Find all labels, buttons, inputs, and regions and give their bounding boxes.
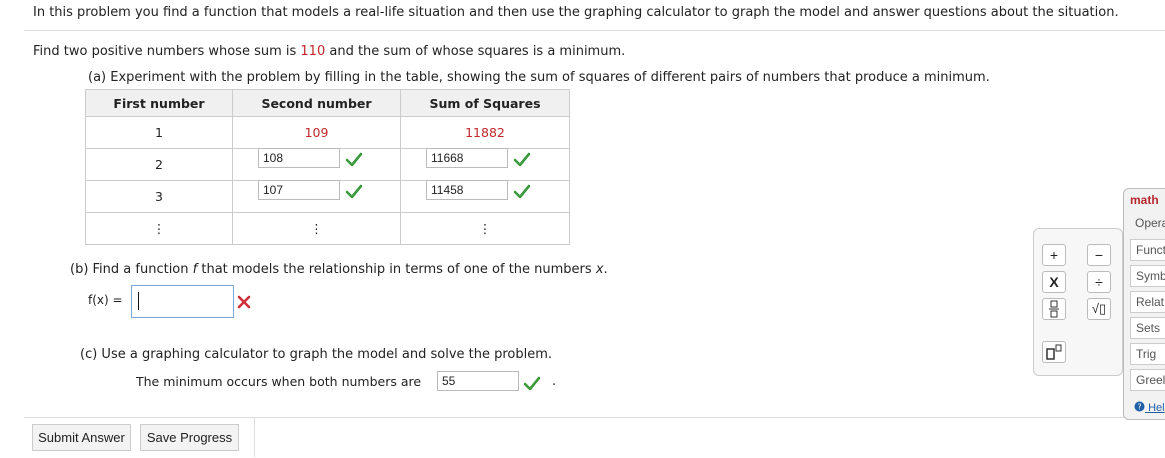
fraction-key[interactable] (1042, 298, 1066, 320)
sum-input-row3[interactable]: 11458 (426, 180, 508, 200)
first-number-cell: 3 (85, 180, 233, 213)
exponent-icon (1046, 344, 1062, 360)
tab-greek[interactable]: Greel (1130, 369, 1165, 391)
minimum-answer-label: The minimum occurs when both numbers are (136, 374, 422, 389)
divider (24, 30, 1165, 31)
sum-cell: 11882 (400, 116, 570, 149)
table-row: ⋮ ⋮ ⋮ (85, 212, 570, 245)
tab-relations[interactable]: Relat (1130, 291, 1165, 313)
check-icon (514, 184, 530, 198)
part-c-prompt: (c) Use a graphing calculator to graph t… (80, 347, 553, 362)
divider (24, 417, 1165, 418)
fx-label: f(x) = (88, 293, 123, 307)
submit-answer-button[interactable]: Submit Answer (32, 424, 131, 451)
svg-text:?: ? (1137, 403, 1141, 412)
help-icon: ? (1134, 401, 1145, 412)
first-number-cell: 2 (85, 148, 233, 181)
problem-statement: Find two positive numbers whose sum is 1… (33, 44, 626, 59)
tab-functions[interactable]: Funct (1130, 239, 1165, 261)
header-second-number: Second number (232, 89, 401, 117)
sum-cell: ⋮ (400, 212, 570, 245)
check-icon (524, 376, 540, 390)
minus-key[interactable]: − (1087, 244, 1111, 266)
second-number-cell: ⋮ (232, 212, 401, 245)
save-progress-button[interactable]: Save Progress (140, 424, 239, 451)
second-number-input-row2[interactable]: 108 (258, 148, 340, 168)
wrong-x-icon (237, 295, 251, 309)
second-number-input-row3[interactable]: 107 (258, 180, 340, 200)
minimum-answer-input[interactable]: 55 (437, 371, 519, 391)
check-icon (514, 152, 530, 166)
text-cursor (138, 292, 139, 310)
math-palette-panel: math Opera Funct Symb Relat Sets Trig Gr… (1123, 188, 1165, 420)
part-a-prompt: (a) Experiment with the problem by filli… (88, 70, 990, 85)
part-b-prompt: (b) Find a function f that models the re… (70, 262, 608, 277)
first-number-cell: 1 (85, 116, 233, 149)
help-link[interactable]: ? Hel (1134, 401, 1165, 414)
tab-symbols[interactable]: Symb (1130, 265, 1165, 287)
divider (254, 417, 255, 457)
period: . (552, 374, 557, 389)
tab-trig[interactable]: Trig (1130, 343, 1165, 365)
second-number-cell: 109 (232, 116, 401, 149)
tab-sets[interactable]: Sets (1130, 317, 1165, 339)
check-icon (346, 152, 362, 166)
fraction-icon (1049, 300, 1059, 318)
sqrt-key[interactable]: √▯ (1087, 298, 1111, 320)
tab-operations[interactable]: Opera (1130, 213, 1165, 235)
fx-input[interactable] (131, 285, 234, 318)
check-icon (346, 184, 362, 198)
math-panel-title: math (1130, 193, 1159, 207)
sum-value: 110 (300, 44, 326, 59)
divide-key[interactable]: ÷ (1087, 271, 1111, 293)
intro-text: In this problem you find a function that… (33, 5, 1119, 20)
exponent-key[interactable] (1042, 341, 1066, 363)
header-sum-of-squares: Sum of Squares (400, 89, 570, 117)
sum-input-row2[interactable]: 11668 (426, 148, 508, 168)
header-first-number: First number (85, 89, 233, 117)
times-key[interactable]: X (1042, 271, 1066, 293)
table-row: 1 109 11882 (85, 116, 570, 149)
plus-key[interactable]: + (1042, 244, 1066, 266)
math-keypad: + − X ÷ √▯ (1033, 228, 1123, 376)
first-number-cell: ⋮ (85, 212, 233, 245)
